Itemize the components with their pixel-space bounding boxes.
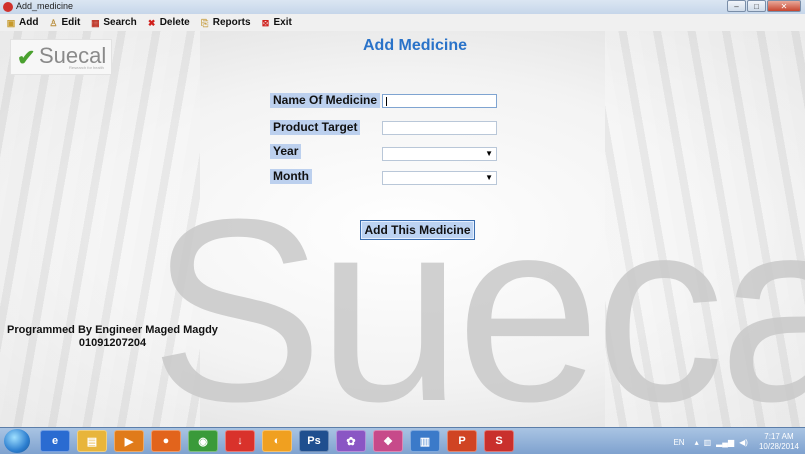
taskbar-apps: e ▤ ▶ ● ◉ ↓ ◐ Ps ✿ ❖ ▥ P S bbox=[40, 430, 521, 452]
menu-exit-label: Exit bbox=[273, 17, 292, 28]
start-button[interactable] bbox=[4, 429, 30, 453]
year-label: Year bbox=[270, 144, 302, 159]
menu-reports[interactable]: ⎘ Reports bbox=[200, 17, 251, 28]
menu-exit[interactable]: ⊠ Exit bbox=[261, 17, 292, 28]
tray-arrow-icon[interactable]: ▴ bbox=[695, 438, 699, 447]
logo-tagline: Research for health bbox=[69, 65, 104, 70]
tray-volume-icon[interactable]: ◀) bbox=[739, 438, 748, 447]
target-label: Product Target bbox=[270, 120, 361, 135]
delete-icon: ✖ bbox=[147, 17, 156, 28]
menu-reports-label: Reports bbox=[212, 17, 251, 28]
system-tray: EN ▴ ▥ ▂▄▆ ◀) 7:17 AM 10/28/2014 bbox=[673, 431, 799, 453]
maximize-button[interactable]: □ bbox=[747, 0, 766, 12]
main-panel: Suecal ✔ Suecal Research for health Add … bbox=[0, 31, 805, 427]
exit-icon: ⊠ bbox=[261, 17, 270, 28]
taskbar-suecal-icon[interactable]: S bbox=[484, 430, 514, 452]
clock[interactable]: 7:17 AM 10/28/2014 bbox=[759, 432, 799, 452]
name-input[interactable] bbox=[382, 94, 497, 108]
watermark-text: Suecal bbox=[150, 166, 805, 427]
window-controls: – □ ✕ bbox=[726, 0, 801, 14]
title-bar: Add_medicine – □ ✕ bbox=[0, 0, 805, 15]
menu-add-label: Add bbox=[19, 17, 39, 28]
add-medicine-button[interactable]: Add This Medicine bbox=[360, 220, 475, 240]
menu-add[interactable]: ▣ Add bbox=[6, 17, 39, 28]
taskbar: e ▤ ▶ ● ◉ ↓ ◐ Ps ✿ ❖ ▥ P S EN ▴ ▥ ▂▄▆ ◀) 7:17 AM 10/… bbox=[0, 427, 805, 454]
minimize-button[interactable]: – bbox=[727, 0, 746, 12]
reports-icon: ⎘ bbox=[201, 17, 209, 28]
credit-line-1: Programmed By Engineer Maged Magdy bbox=[7, 324, 218, 336]
tray-network-icon[interactable]: ▥ bbox=[704, 438, 712, 447]
taskbar-explorer-icon[interactable]: ▤ bbox=[77, 430, 107, 452]
add-icon: ▣ bbox=[6, 17, 16, 28]
taskbar-firefox-icon[interactable]: ● bbox=[151, 430, 181, 452]
taskbar-download-icon[interactable]: ↓ bbox=[225, 430, 255, 452]
search-icon: ▦ bbox=[91, 17, 100, 28]
text-caret bbox=[386, 97, 387, 106]
credit-line-2: 01091207204 bbox=[78, 337, 147, 349]
taskbar-app-icon[interactable]: ◐ bbox=[262, 430, 292, 452]
month-select[interactable]: ▼ bbox=[382, 171, 497, 185]
taskbar-messenger-icon[interactable]: ✿ bbox=[336, 430, 366, 452]
chevron-down-icon[interactable]: ▼ bbox=[485, 173, 493, 182]
clock-date: 10/28/2014 bbox=[758, 442, 799, 451]
chevron-down-icon[interactable]: ▼ bbox=[485, 149, 493, 158]
close-button[interactable]: ✕ bbox=[767, 0, 801, 12]
menu-edit[interactable]: ♙ Edit bbox=[48, 17, 80, 28]
taskbar-remote-icon[interactable]: ▥ bbox=[410, 430, 440, 452]
year-select[interactable]: ▼ bbox=[382, 147, 497, 161]
taskbar-paint-icon[interactable]: ❖ bbox=[373, 430, 403, 452]
menu-search[interactable]: ▦ Search bbox=[90, 17, 137, 28]
credit-text: Programmed By Engineer Maged Magdy 01091… bbox=[0, 324, 225, 350]
logo-check-icon: ✔ bbox=[17, 45, 36, 70]
app-icon bbox=[3, 2, 13, 12]
taskbar-chrome-icon[interactable]: ◉ bbox=[188, 430, 218, 452]
taskbar-media-icon[interactable]: ▶ bbox=[114, 430, 144, 452]
name-label: Name Of Medicine bbox=[270, 93, 381, 108]
window-title: Add_medicine bbox=[16, 1, 74, 11]
menu-search-label: Search bbox=[103, 17, 137, 28]
menu-bar: ▣ Add ♙ Edit ▦ Search ✖ Delete ⎘ Reports… bbox=[0, 14, 805, 31]
month-label: Month bbox=[270, 169, 312, 184]
tray-signal-icon[interactable]: ▂▄▆ bbox=[716, 438, 734, 447]
edit-icon: ♙ bbox=[49, 17, 58, 28]
logo: ✔ Suecal Research for health bbox=[10, 39, 112, 75]
menu-edit-label: Edit bbox=[61, 17, 81, 28]
menu-delete-label: Delete bbox=[159, 17, 190, 28]
menu-delete[interactable]: ✖ Delete bbox=[147, 17, 190, 28]
page-title: Add Medicine bbox=[362, 37, 467, 54]
clock-time: 7:17 AM bbox=[764, 432, 794, 441]
taskbar-photoshop-icon[interactable]: Ps bbox=[299, 430, 329, 452]
taskbar-powerpoint-icon[interactable]: P bbox=[447, 430, 477, 452]
taskbar-ie-icon[interactable]: e bbox=[40, 430, 70, 452]
language-indicator[interactable]: EN bbox=[673, 438, 684, 447]
target-input[interactable] bbox=[382, 121, 497, 135]
